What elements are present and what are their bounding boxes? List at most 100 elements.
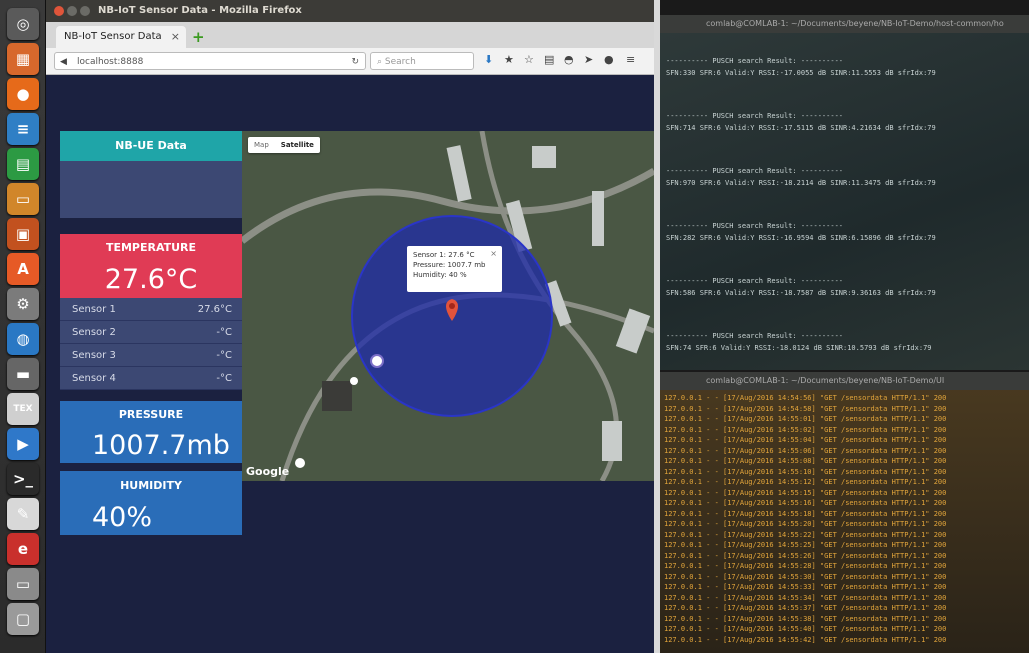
http-log-line: 127.0.0.1 - - [17/Aug/2016 14:55:08] "GE… — [664, 457, 947, 465]
pressure-value-box: 1007.7mb — [60, 429, 242, 463]
http-log-line: 127.0.0.1 - - [17/Aug/2016 14:54:56] "GE… — [664, 394, 947, 402]
draw-icon[interactable]: ▣ — [7, 218, 39, 250]
browser-globe-icon[interactable]: ◍ — [7, 323, 39, 355]
send-icon[interactable]: ➤ — [584, 53, 593, 66]
sensor-label: Sensor 4 — [72, 373, 116, 384]
bookmark-star-icon[interactable]: ★ — [504, 53, 514, 66]
satellite-button[interactable]: Satellite — [275, 137, 320, 153]
pusch-header-line: ---------- PUSCH search Result: --------… — [666, 57, 844, 65]
reload-icon[interactable]: ↻ — [351, 53, 359, 71]
firefox-icon[interactable]: ● — [7, 78, 39, 110]
clipboard-icon[interactable]: ▤ — [544, 53, 554, 66]
http-log-line: 127.0.0.1 - - [17/Aug/2016 14:55:40] "GE… — [664, 625, 947, 633]
tab-label: NB-IoT Sensor Data — [64, 31, 162, 42]
new-tab-button[interactable]: + — [192, 28, 205, 46]
sensor-value: 27.6°C — [197, 304, 232, 315]
http-log-line: 127.0.0.1 - - [17/Aug/2016 14:55:01] "GE… — [664, 415, 947, 423]
trash-icon[interactable]: ▢ — [7, 603, 39, 635]
http-log-line: 127.0.0.1 - - [17/Aug/2016 14:55:06] "GE… — [664, 446, 947, 455]
settings-icon[interactable]: ⚙ — [7, 288, 39, 320]
shield-icon[interactable]: ● — [604, 53, 614, 66]
temperature-value-box: 27.6°C — [60, 262, 242, 298]
pressure-header: PRESSURE — [60, 401, 242, 429]
http-log-line: 127.0.0.1 - - [17/Aug/2016 14:55:18] "GE… — [664, 509, 947, 518]
info-pressure-line: Pressure: 1007.7 mb — [413, 261, 486, 269]
map-type-toggle[interactable]: Map Satellite — [248, 137, 320, 153]
impress-icon[interactable]: ▭ — [7, 183, 39, 215]
hamburger-menu-icon[interactable]: ≡ — [626, 53, 635, 66]
http-log-line: 127.0.0.1 - - [17/Aug/2016 14:55:20] "GE… — [664, 520, 947, 528]
http-log-line: 127.0.0.1 - - [17/Aug/2016 14:55:12] "GE… — [664, 478, 947, 486]
sensor-value: -°C — [216, 350, 232, 361]
unity-launcher: ◎ ▦ ● ≡ ▤ ▭ ▣ A ⚙ ◍ ▬ TEX ▶ >_ ✎ e ▭ ▢ — [0, 0, 46, 653]
http-log-line: 127.0.0.1 - - [17/Aug/2016 14:55:42] "GE… — [664, 635, 947, 644]
dash-icon[interactable]: ◎ — [7, 8, 39, 40]
minimize-window-button[interactable] — [67, 6, 77, 16]
pocket-icon[interactable]: ◓ — [564, 53, 574, 66]
pusch-result-line: SFN:282 SFR:6 Valid:Y RSSI:-16.9594 dB S… — [666, 234, 936, 242]
http-log-line: 127.0.0.1 - - [17/Aug/2016 14:55:28] "GE… — [664, 562, 947, 570]
pusch-header-line: ---------- PUSCH search Result: --------… — [666, 222, 844, 230]
download-icon[interactable]: ⬇ — [484, 53, 493, 66]
sensor-row-4: Sensor 4 -°C — [60, 367, 242, 390]
back-arrow-icon[interactable]: ◀ — [60, 53, 67, 71]
http-log-line: 127.0.0.1 - - [17/Aug/2016 14:55:37] "GE… — [664, 604, 947, 612]
sensor-row-1: Sensor 1 27.6°C — [60, 298, 242, 321]
pusch-header-line: ---------- PUSCH search Result: --------… — [666, 112, 844, 120]
tab-nb-iot-sensor-data[interactable]: NB-IoT Sensor Data × — [56, 26, 186, 48]
http-log-line: 127.0.0.1 - - [17/Aug/2016 14:55:02] "GE… — [664, 425, 947, 434]
red-app-icon[interactable]: e — [7, 533, 39, 565]
search-input[interactable]: ⌕ Search — [370, 52, 474, 70]
nbue-header: NB-UE Data — [60, 131, 242, 161]
http-log-line: 127.0.0.1 - - [17/Aug/2016 14:55:30] "GE… — [664, 572, 947, 581]
humidity-header: HUMIDITY — [60, 471, 242, 501]
humidity-value: 40% — [92, 502, 153, 533]
nbue-title: NB-UE Data — [115, 139, 187, 152]
media-player-icon[interactable]: ▶ — [7, 428, 39, 460]
info-close-icon[interactable]: × — [490, 249, 497, 259]
maximize-window-button[interactable] — [80, 6, 90, 16]
info-sensor-line: Sensor 1: 27.6 °C — [413, 251, 475, 259]
pusch-result-line: SFN:970 SFR:6 Valid:Y RSSI:-18.2114 dB S… — [666, 179, 936, 187]
bookmarks-menu-icon[interactable]: ☆ — [524, 53, 534, 66]
search-placeholder: Search — [384, 57, 416, 67]
map-button[interactable]: Map — [248, 137, 275, 153]
software-center-icon[interactable]: A — [7, 253, 39, 285]
pressure-title: PRESSURE — [118, 408, 184, 421]
http-log-line: 127.0.0.1 - - [17/Aug/2016 14:55:04] "GE… — [664, 436, 947, 444]
pressure-value: 1007.7mb — [92, 430, 230, 461]
satellite-map[interactable]: Map Satellite Sensor 1: 27.6 °C Pressure… — [242, 131, 654, 481]
terminal-window-pusch[interactable]: comlab@COMLAB-1: ~/Documents/beyene/NB-I… — [660, 15, 1029, 370]
pusch-header-line: ---------- PUSCH search Result: --------… — [666, 167, 844, 175]
writer-icon[interactable]: ≡ — [7, 113, 39, 145]
pusch-result-line: SFN:714 SFR:6 Valid:Y RSSI:-17.5115 dB S… — [666, 124, 936, 132]
page-content: NB-UE Data TEMPERATURE 27.6°C Sensor 1 2… — [46, 75, 654, 653]
tab-close-icon[interactable]: × — [171, 26, 180, 48]
info-humidity-line: Humidity: 40 % — [413, 271, 467, 279]
sensor-label: Sensor 2 — [72, 327, 116, 338]
disk-icon[interactable]: ▭ — [7, 568, 39, 600]
tex-icon[interactable]: TEX — [7, 393, 39, 425]
http-log-line: 127.0.0.1 - - [17/Aug/2016 14:54:58] "GE… — [664, 404, 947, 413]
http-log-line: 127.0.0.1 - - [17/Aug/2016 14:55:16] "GE… — [664, 499, 947, 507]
search-icon: ⌕ — [377, 57, 385, 67]
google-logo: Google — [246, 465, 290, 478]
http-log-line: 127.0.0.1 - - [17/Aug/2016 14:55:22] "GE… — [664, 530, 947, 539]
sensor-row-3: Sensor 3 -°C — [60, 344, 242, 367]
map-imagery — [242, 131, 654, 481]
url-bar[interactable]: ◀ localhost:8888 ↻ — [54, 52, 366, 70]
terminal-icon[interactable]: >_ — [7, 463, 39, 495]
drive-icon[interactable]: ▬ — [7, 358, 39, 390]
calc-icon[interactable]: ▤ — [7, 148, 39, 180]
terminal-titlebar: comlab@COMLAB-1: ~/Documents/beyene/NB-I… — [660, 15, 1029, 33]
url-text: localhost:8888 — [77, 57, 144, 67]
http-log-line: 127.0.0.1 - - [17/Aug/2016 14:55:15] "GE… — [664, 488, 947, 497]
http-log-line: 127.0.0.1 - - [17/Aug/2016 14:55:38] "GE… — [664, 614, 947, 623]
close-window-button[interactable] — [54, 6, 64, 16]
files-icon[interactable]: ▦ — [7, 43, 39, 75]
http-log-line: 127.0.0.1 - - [17/Aug/2016 14:55:25] "GE… — [664, 541, 947, 549]
temperature-title: TEMPERATURE — [105, 241, 197, 254]
http-log-line: 127.0.0.1 - - [17/Aug/2016 14:55:33] "GE… — [664, 583, 947, 591]
terminal-window-http-log[interactable]: comlab@COMLAB-1: ~/Documents/beyene/NB-I… — [660, 372, 1029, 653]
text-editor-icon[interactable]: ✎ — [7, 498, 39, 530]
